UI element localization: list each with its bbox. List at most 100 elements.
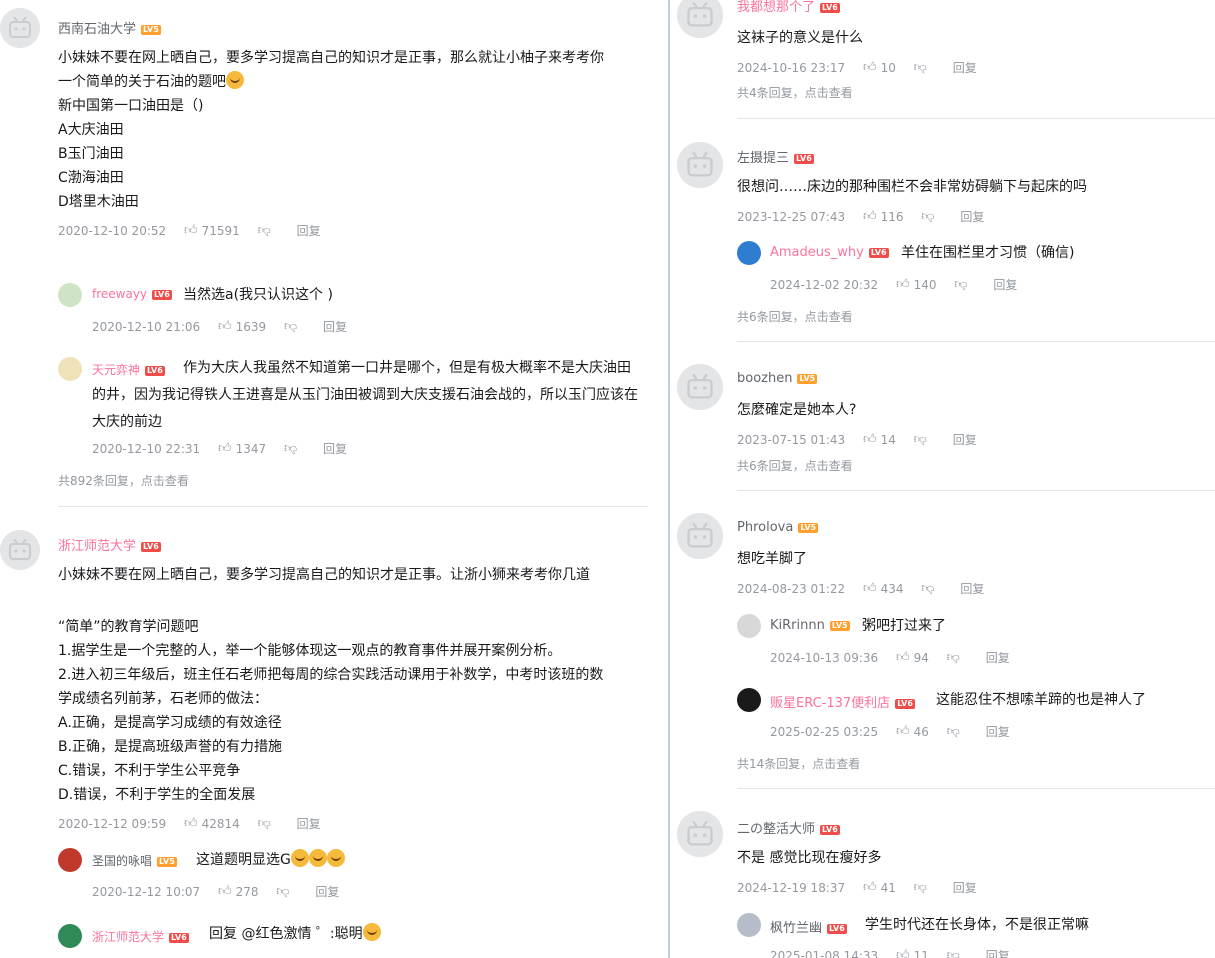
comment-line: “简单”的教育学问题吧: [58, 619, 199, 635]
level-badge: LV5: [141, 24, 161, 35]
thumbs-up-icon[interactable]: 👍︎: [863, 208, 877, 226]
comment-username[interactable]: 我都想那个了 LV6: [737, 0, 840, 15]
thumbs-down-icon[interactable]: 👎︎: [284, 440, 297, 458]
thumbs-up-icon[interactable]: 👍︎: [218, 883, 232, 901]
reply-button[interactable]: 回复: [953, 59, 977, 77]
reply-body: 回复 @红色激情 ゜:聪明: [209, 922, 381, 946]
comment-username[interactable]: boozhen LV5: [737, 371, 818, 386]
thumbs-up-icon[interactable]: 👍︎: [218, 440, 232, 458]
reply-button[interactable]: 回复: [953, 431, 977, 449]
reply-button[interactable]: 回复: [986, 649, 1010, 667]
reply-meta: 2024-10-13 09:36 👍︎ 94 👎︎ 回复: [770, 648, 1010, 666]
avatar[interactable]: [58, 848, 82, 872]
emoji-icon: [290, 849, 309, 867]
reply-button[interactable]: 回复: [986, 723, 1010, 741]
thumbs-up-icon[interactable]: 👍︎: [896, 649, 910, 667]
comment-username[interactable]: 左摄提三 LV6: [737, 147, 814, 166]
reply-button[interactable]: 回复: [297, 815, 321, 833]
comment-meta: 2023-07-15 01:43 👍︎ 14 👎︎ 回复: [737, 430, 977, 448]
reply-username[interactable]: 贩星ERC-137便利店 LV6: [770, 692, 915, 711]
thumbs-down-icon[interactable]: 👎︎: [947, 649, 960, 667]
reply-button[interactable]: 回复: [953, 879, 977, 897]
avatar[interactable]: [0, 530, 40, 570]
avatar[interactable]: [677, 142, 723, 188]
emoji-icon: [308, 849, 327, 867]
thumbs-up-icon[interactable]: 👍︎: [863, 580, 877, 598]
thumbs-up-icon[interactable]: 👍︎: [218, 318, 232, 336]
divider: [737, 788, 1215, 789]
thumbs-down-icon[interactable]: 👎︎: [258, 815, 271, 833]
reply-username[interactable]: Amadeus_why LV6: [770, 245, 889, 260]
reply-button[interactable]: 回复: [960, 580, 984, 598]
avatar[interactable]: [737, 241, 761, 265]
avatar[interactable]: [677, 0, 723, 38]
comment-username[interactable]: 二の整活大师 LV6: [737, 818, 840, 837]
reply-username[interactable]: 枫竹兰幽 LV6: [770, 917, 847, 936]
avatar[interactable]: [677, 513, 723, 559]
comment-username[interactable]: 浙江师范大学 LV6: [58, 535, 161, 554]
thumbs-up-icon[interactable]: 👍︎: [896, 947, 910, 958]
thumbs-down-icon[interactable]: 👎︎: [276, 883, 289, 901]
avatar[interactable]: [677, 364, 723, 410]
reply-username[interactable]: 圣国的咏唱 LV5: [92, 852, 177, 869]
comment-line: A大庆油田: [58, 122, 124, 138]
level-badge: LV5: [829, 620, 850, 631]
level-badge: LV6: [794, 153, 814, 164]
avatar[interactable]: [58, 283, 82, 307]
thumbs-up-icon[interactable]: 👍︎: [184, 222, 198, 240]
like-count: 1347: [235, 441, 267, 456]
reply-username[interactable]: freewayy LV6: [92, 287, 172, 301]
view-more-replies[interactable]: 共6条回复，点击查看: [737, 457, 853, 474]
timestamp: 2020-12-10 21:06: [92, 319, 201, 334]
reply-body: 这道题明显选G: [196, 848, 345, 872]
thumbs-down-icon[interactable]: 👎︎: [954, 276, 967, 294]
reply-username[interactable]: KiRrinnn LV5: [770, 618, 850, 633]
view-more-replies[interactable]: 共892条回复，点击查看: [58, 472, 189, 489]
avatar[interactable]: [737, 688, 761, 712]
reply-button[interactable]: 回复: [323, 440, 347, 458]
comment-line: [58, 587, 603, 615]
timestamp: 2023-12-25 07:43: [737, 209, 846, 224]
timestamp: 2023-07-15 01:43: [737, 432, 846, 447]
reply-username[interactable]: 浙江师范大学 LV6: [92, 928, 189, 945]
thumbs-up-icon[interactable]: 👍︎: [863, 879, 877, 897]
comment-meta: 2023-12-25 07:43 👍︎ 116 👎︎ 回复: [737, 207, 984, 225]
thumbs-down-icon[interactable]: 👎︎: [914, 879, 927, 897]
reply-button[interactable]: 回复: [315, 883, 339, 901]
thumbs-down-icon[interactable]: 👎︎: [914, 59, 927, 77]
view-more-replies[interactable]: 共4条回复，点击查看: [737, 84, 853, 101]
level-badge: LV6: [868, 247, 889, 258]
reply-button[interactable]: 回复: [323, 318, 347, 336]
emoji-icon: [326, 849, 345, 867]
avatar[interactable]: [58, 924, 82, 948]
view-more-replies[interactable]: 共6条回复，点击查看: [737, 308, 853, 325]
timestamp: 2020-12-10 22:31: [92, 441, 201, 456]
reply-button[interactable]: 回复: [993, 276, 1017, 294]
thumbs-down-icon[interactable]: 👎︎: [914, 431, 927, 449]
thumbs-down-icon[interactable]: 👎︎: [258, 222, 271, 240]
reply-meta: 2020-12-10 21:06 👍︎ 1639 👎︎ 回复: [92, 317, 347, 335]
thumbs-up-icon[interactable]: 👍︎: [184, 815, 198, 833]
reply-button[interactable]: 回复: [986, 947, 1010, 958]
avatar[interactable]: [737, 614, 761, 638]
thumbs-up-icon[interactable]: 👍︎: [896, 276, 910, 294]
thumbs-down-icon[interactable]: 👎︎: [921, 580, 934, 598]
thumbs-down-icon[interactable]: 👎︎: [947, 723, 960, 741]
thumbs-down-icon[interactable]: 👎︎: [284, 318, 297, 336]
thumbs-down-icon[interactable]: 👎︎: [921, 208, 934, 226]
reply-button[interactable]: 回复: [960, 208, 984, 226]
comment-username[interactable]: 西南石油大学 LV5: [58, 18, 161, 37]
reply-button[interactable]: 回复: [297, 222, 321, 240]
thumbs-up-icon[interactable]: 👍︎: [896, 723, 910, 741]
comment-username[interactable]: Phrolova LV5: [737, 520, 819, 535]
avatar[interactable]: [58, 357, 82, 381]
view-more-replies[interactable]: 共14条回复，点击查看: [737, 755, 860, 772]
avatar[interactable]: [0, 8, 40, 48]
avatar[interactable]: [677, 811, 723, 857]
right-comment-panel: 我都想那个了 LV6 这袜子的意义是什么 2024-10-16 23:17 👍︎ 1…: [670, 0, 1215, 958]
thumbs-up-icon[interactable]: 👍︎: [863, 431, 877, 449]
thumbs-up-icon[interactable]: 👍︎: [863, 59, 877, 77]
thumbs-down-icon[interactable]: 👎︎: [947, 947, 960, 958]
timestamp: 2024-10-16 23:17: [737, 60, 846, 75]
avatar[interactable]: [737, 913, 761, 937]
